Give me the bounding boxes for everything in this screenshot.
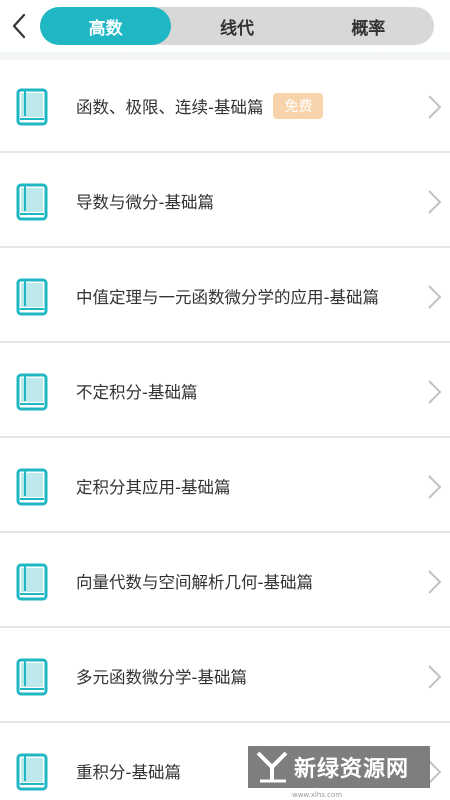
book-icon bbox=[16, 88, 48, 126]
course-list: 函数、极限、连续-基础篇 免费 导数与微分-基础篇 中值定理与一元函数微分学的应用… bbox=[0, 58, 450, 800]
book-icon bbox=[16, 658, 48, 696]
book-icon bbox=[16, 563, 48, 601]
chevron-right-icon bbox=[428, 380, 442, 404]
free-badge: 免费 bbox=[273, 92, 324, 119]
book-icon bbox=[16, 278, 48, 316]
course-title: 重积分-基础篇 bbox=[76, 762, 181, 782]
tab-xiandai[interactable]: 线代 bbox=[171, 7, 302, 45]
watermark-text: 新绿资源网 bbox=[294, 757, 410, 782]
book-icon bbox=[16, 753, 48, 791]
course-row-1[interactable]: 函数、极限、连续-基础篇 免费 bbox=[0, 58, 450, 153]
chevron-right-icon bbox=[428, 285, 442, 309]
course-row-6[interactable]: 向量代数与空间解析几何-基础篇 bbox=[0, 533, 450, 628]
watermark-logo-icon bbox=[256, 751, 288, 783]
course-title: 中值定理与一元函数微分学的应用-基础篇 bbox=[76, 287, 379, 307]
course-row-3[interactable]: 中值定理与一元函数微分学的应用-基础篇 bbox=[0, 248, 450, 343]
book-icon bbox=[16, 373, 48, 411]
chevron-right-icon bbox=[428, 570, 442, 594]
top-bar: 高数 线代 概率 bbox=[0, 0, 450, 52]
course-title: 向量代数与空间解析几何-基础篇 bbox=[76, 572, 313, 592]
course-row-2[interactable]: 导数与微分-基础篇 bbox=[0, 153, 450, 248]
course-row-7[interactable]: 多元函数微分学-基础篇 bbox=[0, 628, 450, 723]
course-row-4[interactable]: 不定积分-基础篇 bbox=[0, 343, 450, 438]
chevron-left-icon bbox=[12, 13, 26, 39]
watermark-url: www.xlhs.com bbox=[292, 791, 343, 799]
chevron-right-icon bbox=[428, 95, 442, 119]
tab-gailv[interactable]: 概率 bbox=[303, 7, 434, 45]
course-title: 导数与微分-基础篇 bbox=[76, 192, 214, 212]
course-row-5[interactable]: 定积分其应用-基础篇 bbox=[0, 438, 450, 533]
subject-tabs: 高数 线代 概率 bbox=[40, 7, 434, 45]
back-button[interactable] bbox=[4, 8, 34, 44]
course-title: 不定积分-基础篇 bbox=[76, 382, 198, 402]
book-icon bbox=[16, 183, 48, 221]
course-title-text: 函数、极限、连续-基础篇 bbox=[76, 97, 264, 117]
course-title: 多元函数微分学-基础篇 bbox=[76, 667, 247, 687]
book-icon bbox=[16, 468, 48, 506]
chevron-right-icon bbox=[428, 475, 442, 499]
course-title: 定积分其应用-基础篇 bbox=[76, 477, 231, 497]
course-title: 函数、极限、连续-基础篇 免费 bbox=[76, 58, 324, 153]
chevron-right-icon bbox=[428, 665, 442, 689]
chevron-right-icon bbox=[428, 190, 442, 214]
watermark: 新绿资源网 bbox=[248, 746, 430, 788]
tab-gaoshu[interactable]: 高数 bbox=[40, 7, 172, 45]
